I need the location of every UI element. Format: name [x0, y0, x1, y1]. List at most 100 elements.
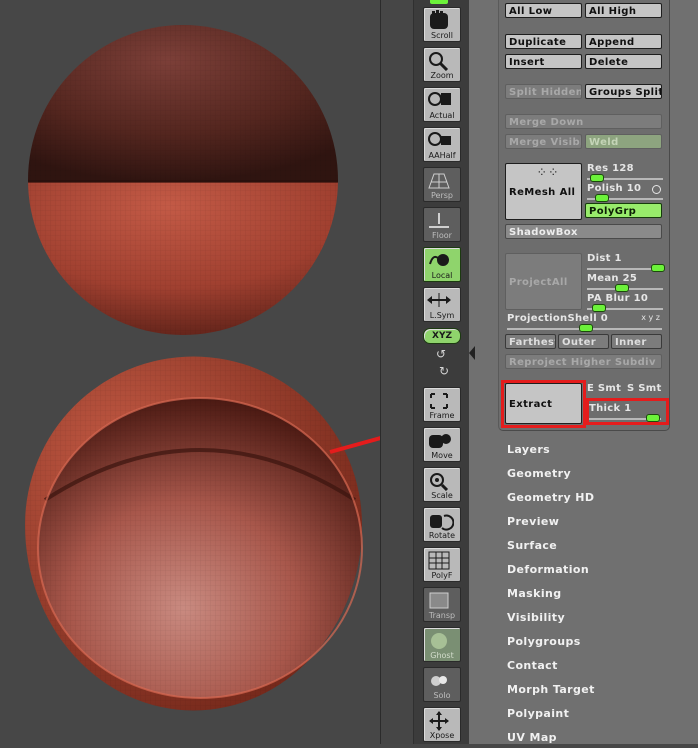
aahalf-icon [428, 132, 451, 146]
viewport[interactable] [0, 0, 497, 744]
zoom-button[interactable]: Zoom [423, 47, 461, 82]
polish-text: Polish 10 [587, 183, 642, 194]
projection-shell-knob[interactable] [578, 324, 593, 332]
groups-split-button[interactable]: Groups Split [585, 84, 662, 99]
right-shelf: Scroll Zoom Actual AAHalf Persp Floor Lo… [413, 0, 470, 744]
lsym-label: L.Sym [429, 311, 455, 320]
remesh-mini-icon: ⁘ ⁘ [538, 168, 558, 178]
append-button[interactable]: Append [585, 34, 662, 49]
frame-button[interactable]: Frame [423, 387, 461, 422]
actual-size-icon [428, 92, 451, 106]
s-smt-label: S Smt [627, 383, 662, 394]
panel-collapse-handle[interactable] [469, 346, 475, 360]
local-label: Local [431, 271, 453, 280]
farthest-button[interactable]: Farthest [505, 334, 556, 349]
menu-item-uv-map[interactable]: UV Map [507, 731, 557, 744]
persp-button[interactable]: Persp [423, 167, 461, 202]
actual-button[interactable]: Actual [423, 87, 461, 122]
sphere-mesh [28, 25, 338, 335]
xyz-small-label: x y z [641, 313, 660, 322]
remesh-all-button[interactable]: ReMesh All ⁘ ⁘ [505, 163, 582, 220]
merge-visible-button[interactable]: Merge Visible [505, 134, 582, 149]
project-all-button[interactable]: ProjectAll [505, 253, 582, 310]
magnifier-icon [429, 52, 449, 71]
weld-button[interactable]: Weld [585, 134, 662, 149]
shadowbox-button[interactable]: ShadowBox [505, 224, 662, 239]
insert-button[interactable]: Insert [505, 54, 582, 69]
delete-button[interactable]: Delete [585, 54, 662, 69]
lsym-icon [427, 293, 451, 307]
perspective-icon [428, 173, 450, 189]
transp-button[interactable]: Transp [423, 587, 461, 622]
inner-button[interactable]: Inner [611, 334, 662, 349]
pa-blur-slider[interactable]: PA Blur 10 [587, 293, 663, 312]
res-slider[interactable]: Res 128 [587, 163, 663, 182]
rotate-button[interactable]: Rotate [423, 507, 461, 542]
xpose-button[interactable]: Xpose [423, 707, 461, 742]
menu-item-polypaint[interactable]: Polypaint [507, 707, 569, 720]
menu-item-preview[interactable]: Preview [507, 515, 559, 528]
scale-button[interactable]: Scale [423, 467, 461, 502]
transparency-icon [429, 592, 449, 609]
polyf-button[interactable]: PolyF [423, 547, 461, 582]
split-hidden-button[interactable]: Split Hidden [505, 84, 582, 99]
move-hand-icon [429, 434, 451, 448]
aahalf-label: AAHalf [428, 151, 456, 160]
mean-knob[interactable] [615, 284, 630, 292]
projection-shell-slider[interactable]: ProjectionShell 0 x y z [507, 313, 662, 332]
viewport-margin [381, 0, 413, 744]
lsym-button[interactable]: L.Sym [423, 287, 461, 322]
rotate-axis-icon[interactable]: ↺ [433, 347, 449, 361]
ghost-button[interactable]: Ghost [423, 627, 461, 662]
viewport-render [25, 25, 497, 711]
mean-text: Mean 25 [587, 273, 638, 284]
all-low-button[interactable]: All Low [505, 3, 582, 18]
menu-item-geometry[interactable]: Geometry [507, 467, 571, 480]
duplicate-button[interactable]: Duplicate [505, 34, 582, 49]
transp-label: Transp [428, 611, 456, 620]
polish-knob[interactable] [594, 194, 609, 202]
pa-blur-knob[interactable] [592, 304, 607, 312]
res-text: Res 128 [587, 163, 634, 174]
menu-item-layers[interactable]: Layers [507, 443, 550, 456]
e-smt-label: E Smt [587, 383, 622, 394]
menu-item-deformation[interactable]: Deformation [507, 563, 589, 576]
dist-slider[interactable]: Dist 1 [587, 253, 665, 272]
menu-item-polygroups[interactable]: Polygroups [507, 635, 581, 648]
menu-item-geometry-hd[interactable]: Geometry HD [507, 491, 594, 504]
frame-label: Frame [429, 411, 455, 420]
frame-icon [430, 393, 448, 409]
polyf-label: PolyF [431, 571, 453, 580]
rotate-axis-alt-icon[interactable]: ↻ [436, 364, 452, 378]
menu-item-surface[interactable]: Surface [507, 539, 557, 552]
scale-label: Scale [431, 491, 453, 500]
res-knob[interactable] [590, 174, 605, 182]
local-button[interactable]: Local [423, 247, 461, 282]
menu-item-contact[interactable]: Contact [507, 659, 558, 672]
menu-item-masking[interactable]: Masking [507, 587, 562, 600]
shelf-top-indicator [430, 0, 448, 4]
mean-slider[interactable]: Mean 25 [587, 273, 663, 292]
menu-item-morph-target[interactable]: Morph Target [507, 683, 595, 696]
scroll-button[interactable]: Scroll [423, 7, 461, 42]
polygrp-button[interactable]: PolyGrp [585, 203, 662, 218]
all-high-button[interactable]: All High [585, 3, 662, 18]
extract-highlight-box [501, 380, 586, 428]
menu-item-visibility[interactable]: Visibility [507, 611, 565, 624]
scale-icon [430, 473, 449, 491]
merge-down-button[interactable]: Merge Down [505, 114, 662, 129]
dist-knob[interactable] [650, 264, 665, 272]
extracted-shell-mesh [25, 356, 363, 711]
floor-button[interactable]: Floor [423, 207, 461, 242]
move-button[interactable]: Move [423, 427, 461, 462]
polyframe-icon [428, 551, 450, 570]
polish-toggle-circle[interactable] [652, 185, 661, 194]
outer-button[interactable]: Outer [558, 334, 609, 349]
polish-slider[interactable]: Polish 10 [587, 183, 663, 202]
pa-blur-text: PA Blur 10 [587, 293, 649, 304]
solo-button[interactable]: Solo [423, 667, 461, 702]
aahalf-button[interactable]: AAHalf [423, 127, 461, 162]
reproject-higher-subdiv-button[interactable]: Reproject Higher Subdiv [505, 354, 662, 369]
xyz-button[interactable]: XYZ [423, 328, 461, 344]
solo-label: Solo [433, 691, 451, 700]
